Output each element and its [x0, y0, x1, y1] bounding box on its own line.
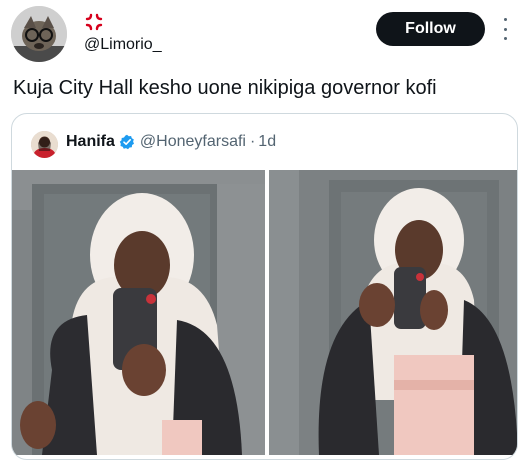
more-options-icon[interactable] — [497, 18, 513, 40]
meta-separator: · — [249, 133, 256, 150]
quoted-post-time[interactable]: 1d — [258, 133, 276, 151]
post-text: Kuja City Hall kesho uone nikipiga gover… — [13, 77, 437, 99]
quoted-photo-1[interactable] — [12, 170, 265, 455]
author-handle[interactable]: @Limorio_ — [84, 36, 162, 54]
quoted-author-handle[interactable]: @Honeyfarsafi — [140, 133, 246, 151]
verified-badge-icon — [119, 134, 135, 150]
follow-button[interactable]: Follow — [376, 12, 485, 46]
quoted-author-name[interactable]: Hanifa — [66, 133, 115, 151]
author-display-name[interactable] — [84, 12, 104, 37]
quoted-post-card[interactable]: Hanifa @Honeyfarsafi · 1d — [11, 113, 518, 460]
quoted-author-avatar[interactable] — [31, 131, 58, 158]
anger-symbol-icon — [84, 12, 104, 37]
quoted-photo-2[interactable] — [269, 170, 517, 455]
author-avatar[interactable] — [11, 6, 67, 62]
